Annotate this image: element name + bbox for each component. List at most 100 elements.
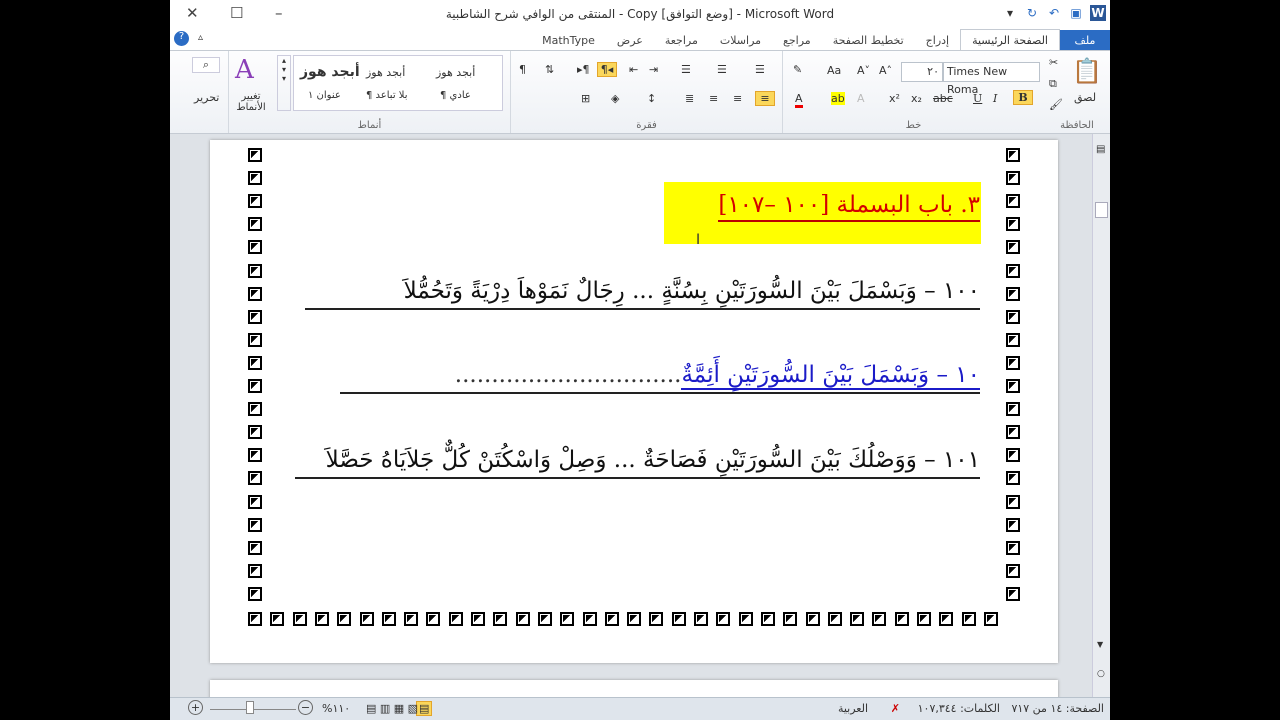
view-buttons-icon[interactable]: ▤ ▥ ▦ ▧ [366, 702, 418, 715]
page-border-ornament [1006, 309, 1020, 324]
line-spacing-icon[interactable]: ↕ [647, 92, 656, 105]
page-border-ornament [560, 612, 575, 626]
style-normal-sample[interactable]: أبجد هوز [436, 66, 475, 79]
center-icon[interactable]: ≡ [733, 92, 742, 105]
justify-icon[interactable]: ≣ [685, 92, 694, 105]
font-size-field[interactable]: ٢٠ [901, 62, 943, 82]
page-border-ornament [1006, 332, 1020, 347]
page-border-ornament [694, 612, 708, 626]
print-layout-icon[interactable]: ▤ [416, 701, 433, 716]
font-color-icon[interactable]: A [795, 92, 803, 108]
strikethrough-icon[interactable]: abc [933, 92, 953, 105]
superscript-icon[interactable]: x² [889, 92, 900, 105]
scroll-down-icon[interactable]: ▼ [1097, 640, 1103, 649]
styles-scroll[interactable]: ▴ ▾ ▾ [277, 55, 291, 111]
numbering-icon[interactable]: ☰ [717, 63, 727, 76]
vertical-scrollbar[interactable]: ▤ ▼ ○ [1092, 134, 1110, 697]
collapse-ribbon-icon[interactable]: ▵ [198, 32, 203, 43]
rtl-direction-icon[interactable]: ¶◂ [597, 62, 617, 77]
cut-icon[interactable]: ✂ [1049, 56, 1058, 69]
shading-icon[interactable]: ◈ [611, 92, 619, 105]
align-right-icon[interactable]: ≡ [755, 91, 775, 106]
zoom-slider-thumb[interactable] [246, 701, 254, 714]
page-border-ornament [248, 355, 262, 370]
page-border-ornament [515, 612, 530, 626]
change-case-icon[interactable]: Aa [827, 64, 841, 77]
show-marks-icon[interactable]: ¶ [519, 63, 526, 76]
bold-button[interactable]: B [1013, 90, 1033, 105]
next-page[interactable] [210, 680, 1058, 697]
help-icon[interactable]: ? [174, 31, 189, 46]
proofing-icon[interactable]: ✗ [891, 702, 900, 715]
save-icon[interactable]: ▣ [1068, 5, 1084, 21]
font-name-field[interactable]: Times New Roma [943, 62, 1040, 96]
ruler-toggle-icon[interactable]: ▤ [1096, 144, 1105, 155]
zoom-in-button[interactable]: + [188, 700, 203, 715]
tab-references[interactable]: مراجع [772, 30, 822, 51]
highlight-icon[interactable]: ab [831, 92, 845, 105]
page[interactable]: ٣. باب البسملة [١٠٠ –١٠٧] ١٠٠ – وَبَسْمَ… [210, 140, 1058, 663]
paste-button[interactable]: لصق [1074, 91, 1096, 104]
page-border-ornament [381, 612, 396, 626]
editing-button[interactable]: تحرير [194, 91, 219, 104]
multilevel-list-icon[interactable]: ☰ [681, 63, 691, 76]
tab-insert[interactable]: إدراج [915, 30, 960, 51]
change-styles-icon[interactable]: A [235, 55, 254, 85]
paste-icon[interactable]: 📋 [1072, 57, 1102, 85]
page-border-ornament [850, 612, 865, 626]
verse-101[interactable]: ١٠١ – وَوَصْلُكَ بَيْنَ السُّورَتَيْنِ ف… [295, 447, 980, 479]
tab-review[interactable]: مراجعة [654, 30, 709, 51]
page-border-ornament [292, 612, 307, 626]
style-nospacing-name[interactable]: ¶ بلا تباعد [366, 90, 408, 101]
page-count[interactable]: الصفحة: ١٤ من ٧١٧ [1011, 702, 1104, 715]
ltr-direction-icon[interactable]: ▸¶ [577, 63, 590, 76]
section-heading[interactable]: ٣. باب البسملة [١٠٠ –١٠٧] [718, 192, 980, 222]
sort-icon[interactable]: ⇅ [545, 63, 554, 76]
grow-font-icon[interactable]: A˄ [879, 64, 892, 77]
subscript-icon[interactable]: x₂ [911, 92, 922, 105]
browse-object-icon[interactable]: ○ [1097, 669, 1105, 679]
underline-button[interactable]: U [973, 92, 982, 105]
tab-file[interactable]: ملف [1060, 30, 1110, 51]
style-normal-name[interactable]: ¶ عادي [440, 90, 471, 101]
editing-group: ⌕ تحرير [170, 51, 228, 133]
word-count[interactable]: الكلمات: ١٠٧,٣٤٤ [918, 702, 1000, 715]
tab-page-layout[interactable]: تخطيط الصفحة [822, 30, 915, 51]
zoom-out-button[interactable]: − [298, 700, 313, 715]
bullets-icon[interactable]: ☰ [755, 63, 765, 76]
tab-mailings[interactable]: مراسلات [709, 30, 772, 51]
zoom-level[interactable]: %١١٠ [322, 702, 350, 715]
italic-button[interactable]: I [993, 92, 997, 105]
language[interactable]: العربية [838, 702, 868, 715]
tab-home[interactable]: الصفحة الرئيسية [960, 29, 1060, 51]
align-left-icon[interactable]: ≡ [709, 92, 718, 105]
clipboard-group: 📋 لصق ✂ ⧉ 🖌 الحافظة [1044, 51, 1110, 133]
page-border-ornament [248, 494, 262, 509]
style-heading1-sample[interactable]: أبجد هوز [300, 64, 360, 80]
text-effects-icon[interactable]: A [857, 92, 865, 105]
redo-icon[interactable]: ↻ [1024, 5, 1040, 21]
find-icon[interactable]: ⌕ [192, 57, 220, 73]
page-border-ornament [1006, 586, 1020, 601]
undo-icon[interactable]: ↶ [1046, 5, 1062, 21]
tab-view[interactable]: عرض [606, 30, 654, 51]
decrease-indent-icon[interactable]: ⇤ [629, 63, 638, 76]
copy-icon[interactable]: ⧉ [1049, 77, 1057, 91]
page-border-ornament [248, 309, 262, 324]
verse-10[interactable]: ١٠ – وَبَسْمَلَ بَيْنَ السُّورَتَيْنِ أَ… [340, 362, 980, 394]
clear-formatting-icon[interactable]: ✎ [793, 63, 802, 76]
shrink-font-icon[interactable]: A˅ [857, 64, 870, 77]
document-area[interactable]: ٣. باب البسملة [١٠٠ –١٠٧] ١٠٠ – وَبَسْمَ… [170, 134, 1092, 697]
tab-mathtype[interactable]: MathType [531, 30, 606, 51]
page-border-ornament [671, 612, 686, 626]
style-nospacing-sample[interactable]: أبجد هوز [366, 66, 405, 79]
page-border-ornament [248, 171, 262, 186]
format-painter-icon[interactable]: 🖌 [1049, 98, 1063, 111]
verse-100[interactable]: ١٠٠ – وَبَسْمَلَ بَيْنَ السُّورَتَيْنِ ب… [305, 278, 980, 310]
scroll-thumb[interactable] [1095, 202, 1108, 218]
increase-indent-icon[interactable]: ⇥ [649, 63, 658, 76]
style-heading1-name[interactable]: عنوان ١ [308, 90, 341, 101]
customize-qat-icon[interactable]: ▾ [1002, 5, 1018, 21]
change-styles-button[interactable]: تغيير الأنماط [233, 91, 269, 113]
borders-icon[interactable]: ⊞ [581, 92, 590, 105]
